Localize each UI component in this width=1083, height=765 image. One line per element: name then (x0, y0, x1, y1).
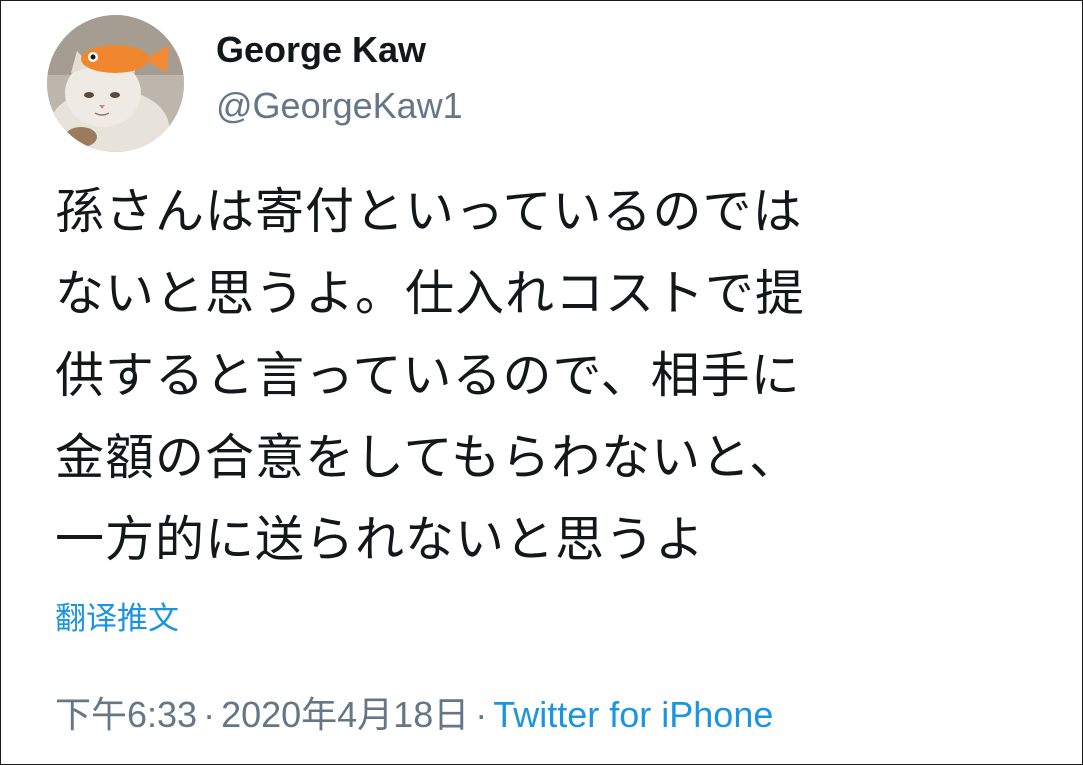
author-display-name[interactable]: George Kaw (216, 29, 426, 71)
tweet-source-link[interactable]: Twitter for iPhone (493, 694, 773, 735)
tweet-card: George Kaw @GeorgeKaw1 孫さんは寄付といっているのでは な… (0, 0, 1083, 765)
tweet-text-line: 一方的に送られないと思うよ (55, 511, 706, 568)
avatar[interactable] (47, 15, 184, 152)
translate-tweet-link[interactable]: 翻译推文 (55, 593, 179, 638)
tweet-time[interactable]: 下午6:33 (55, 694, 197, 735)
tweet-text: 孫さんは寄付といっているのでは ないと思うよ。仕入れコストで提 供すると言ってい… (55, 171, 1015, 581)
meta-separator: · (203, 694, 216, 735)
cat-avatar-icon (47, 15, 184, 152)
tweet-text-line: 金額の合意をしてもらわないと、 (55, 429, 800, 486)
meta-separator: · (475, 694, 488, 735)
author-handle[interactable]: @GeorgeKaw1 (216, 85, 463, 127)
tweet-text-line: 孫さんは寄付といっているのでは (55, 183, 803, 240)
tweet-text-line: ないと思うよ。仕入れコストで提 (55, 265, 806, 322)
tweet-date[interactable]: 2020年4月18日 (221, 694, 469, 735)
tweet-metadata: 下午6:33 · 2020年4月18日 · Twitter for iPhone (55, 686, 773, 738)
tweet-text-line: 供すると言っているので、相手に (55, 347, 801, 404)
